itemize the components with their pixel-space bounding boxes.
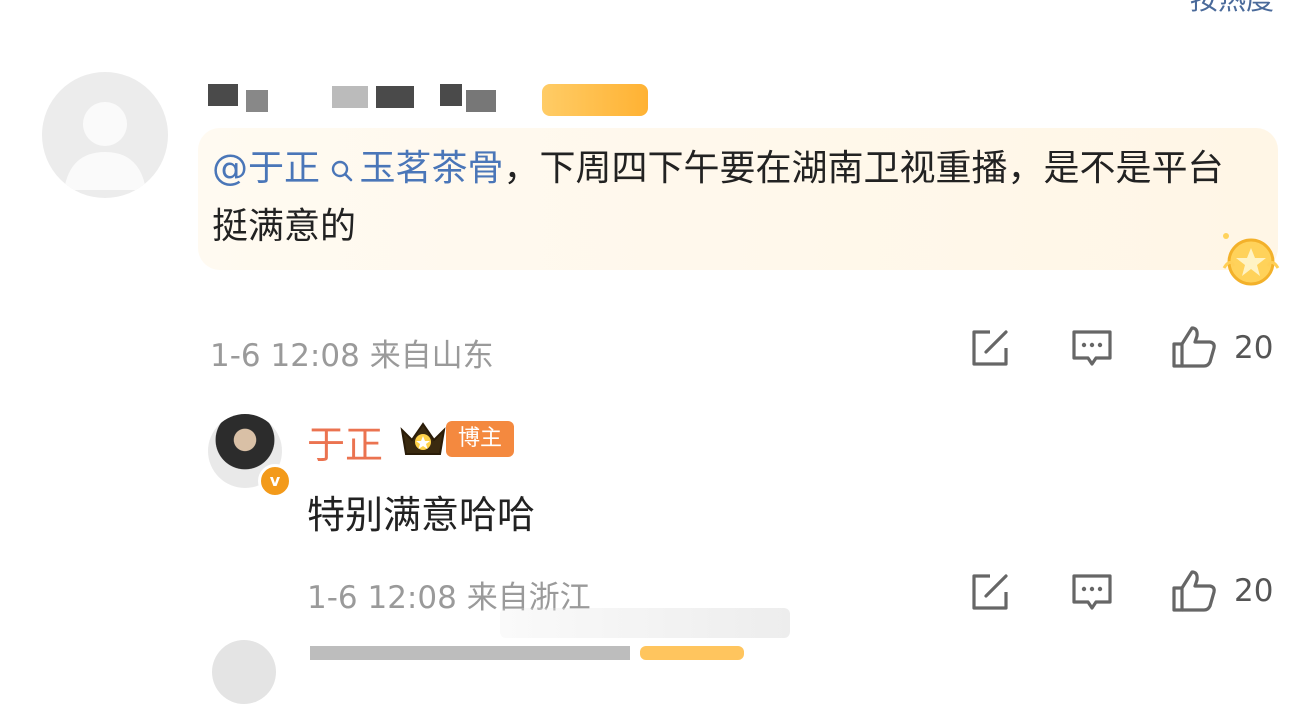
like-count: 20	[1234, 573, 1274, 609]
next-comment-avatar[interactable]	[212, 640, 276, 704]
reply-time: 1-6 12:08	[307, 580, 457, 616]
author-tag: 博主	[446, 421, 515, 457]
topic-link[interactable]: 玉茗茶骨	[331, 148, 503, 189]
author-username[interactable]: 于正	[307, 414, 383, 469]
comment-location: 来自山东	[369, 338, 494, 374]
verified-badge: v	[258, 464, 292, 498]
user-silhouette-icon	[64, 102, 146, 190]
like-count: 20	[1234, 330, 1274, 366]
share-icon[interactable]	[968, 570, 1012, 614]
next-comment-username-censored[interactable]	[310, 646, 630, 660]
next-comment-badge	[640, 646, 744, 660]
share-icon[interactable]	[968, 326, 1012, 370]
username-censored[interactable]	[208, 76, 508, 116]
thumbs-up-icon[interactable]	[1170, 324, 1218, 370]
thumbs-up-icon[interactable]	[1170, 568, 1218, 614]
fan-level-badge	[542, 84, 648, 116]
comment-meta: 1-6 12:08 来自山东	[210, 330, 494, 375]
topic-label: 玉茗茶骨	[359, 148, 504, 189]
medal-icon	[1222, 233, 1280, 286]
watermark-strip	[500, 608, 790, 638]
search-icon	[332, 160, 353, 182]
reply-text: 特别满意哈哈	[307, 493, 536, 537]
sort-by-hot-label[interactable]: 按热度	[1190, 0, 1274, 18]
comment-icon[interactable]	[1070, 570, 1114, 614]
comment-text: @于正 玉茗茶骨，下周四下午要在湖南卫视重播，是不是平台挺满意的	[212, 140, 1252, 256]
comment-time: 1-6 12:08	[210, 338, 360, 374]
comment-icon[interactable]	[1070, 326, 1114, 370]
mention-link[interactable]: @于正	[212, 148, 320, 189]
default-avatar[interactable]	[42, 72, 168, 198]
crown-icon	[400, 422, 446, 455]
